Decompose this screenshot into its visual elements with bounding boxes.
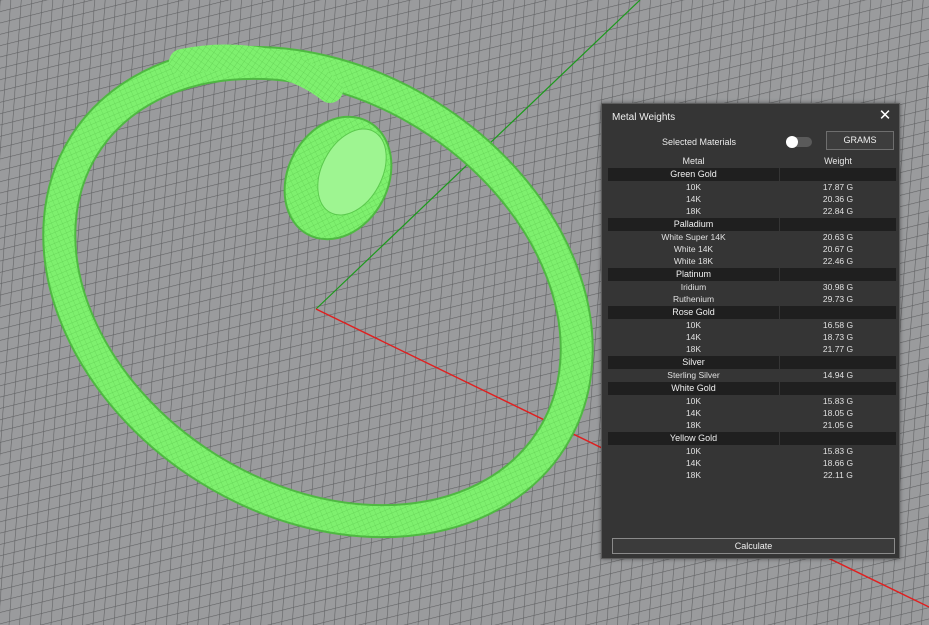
metal-name: 14K — [685, 194, 702, 204]
table-row: 18K 22.84 G — [608, 205, 896, 217]
metal-name: Sterling Silver — [667, 370, 720, 380]
group-name: Platinum — [608, 268, 779, 281]
column-header-weight: Weight — [824, 156, 852, 166]
metal-weight: 29.73 G — [822, 294, 854, 304]
metal-weight: 21.77 G — [822, 344, 854, 354]
group-name: Green Gold — [608, 168, 779, 181]
group-weight-cell — [780, 306, 896, 319]
selected-materials-label: Selected Materials — [662, 137, 737, 147]
group-name: Silver — [608, 356, 779, 369]
group-weight-cell — [780, 382, 896, 395]
group-weight-cell — [780, 218, 896, 231]
calculate-button[interactable]: Calculate — [612, 538, 895, 554]
metal-weight: 17.87 G — [822, 182, 854, 192]
unit-grams-button[interactable]: GRAMS — [826, 131, 894, 150]
table-row: White 14K 20.67 G — [608, 243, 896, 255]
metal-weight: 21.05 G — [822, 420, 854, 430]
table-row: 14K 18.66 G — [608, 457, 896, 469]
metal-name: 18K — [685, 420, 702, 430]
metal-name: 14K — [685, 332, 702, 342]
group-name: Rose Gold — [608, 306, 779, 319]
metal-weight: 20.67 G — [822, 244, 854, 254]
metal-name: 14K — [685, 458, 702, 468]
metal-weight: 15.83 G — [822, 396, 854, 406]
metal-weight: 15.83 G — [822, 446, 854, 456]
table-row: 14K 18.05 G — [608, 407, 896, 419]
group-weight-cell — [780, 356, 896, 369]
table-row: 14K 18.73 G — [608, 331, 896, 343]
metal-weights-panel: Metal Weights ✕ Selected Materials GRAMS… — [601, 103, 900, 559]
metal-weight: 18.05 G — [822, 408, 854, 418]
table-row: 10K 15.83 G — [608, 445, 896, 457]
group-weight-cell — [780, 432, 896, 445]
metal-name: 10K — [685, 320, 702, 330]
metal-name: White Super 14K — [661, 232, 726, 242]
table-row: Sterling Silver 14.94 G — [608, 369, 896, 381]
table-row: 10K 15.83 G — [608, 395, 896, 407]
metal-weight: 22.46 G — [822, 256, 854, 266]
metal-weight: 18.66 G — [822, 458, 854, 468]
metal-name: Ruthenium — [672, 294, 715, 304]
panel-title: Metal Weights — [612, 112, 676, 123]
table-row: Ruthenium 29.73 G — [608, 293, 896, 305]
group-row: Palladium — [608, 218, 896, 231]
metal-weight: 22.84 G — [822, 206, 854, 216]
metal-name: White 14K — [673, 244, 714, 254]
group-row: Rose Gold — [608, 306, 896, 319]
metal-name: 18K — [685, 344, 702, 354]
table-row: 14K 20.36 G — [608, 193, 896, 205]
group-row: Platinum — [608, 268, 896, 281]
group-weight-cell — [780, 268, 896, 281]
group-name: Palladium — [608, 218, 779, 231]
table-row: 18K 21.77 G — [608, 343, 896, 355]
column-header-metal: Metal — [682, 156, 705, 166]
table-row: 10K 17.87 G — [608, 181, 896, 193]
group-row: Green Gold — [608, 168, 896, 181]
group-name: White Gold — [608, 382, 779, 395]
metal-weight: 22.11 G — [823, 470, 853, 480]
metal-name: Iridium — [680, 282, 707, 292]
close-icon[interactable]: ✕ — [877, 108, 893, 124]
group-row: Silver — [608, 356, 896, 369]
metal-name: 18K — [685, 206, 702, 216]
metal-name: 18K — [685, 470, 702, 480]
metal-weight: 16.58 G — [822, 320, 854, 330]
table-row: Iridium 30.98 G — [608, 281, 896, 293]
metal-weight: 20.36 G — [822, 194, 854, 204]
table-row: 18K 21.05 G — [608, 419, 896, 431]
metal-weights-table: Green Gold 10K 17.87 G 14K 20.36 G 18K 22.84 G… — [608, 167, 896, 481]
metal-weight: 18.73 G — [822, 332, 854, 342]
toggle-knob — [786, 136, 798, 148]
metal-weight: 30.98 G — [822, 282, 854, 292]
table-row: White Super 14K 20.63 G — [608, 231, 896, 243]
metal-name: 10K — [685, 446, 702, 456]
metal-name: White 18K — [673, 256, 714, 266]
group-name: Yellow Gold — [608, 432, 779, 445]
table-row: White 18K 22.46 G — [608, 255, 896, 267]
metal-name: 10K — [685, 396, 702, 406]
metal-name: 10K — [685, 182, 702, 192]
selected-materials-toggle[interactable] — [786, 136, 812, 148]
table-row: 10K 16.58 G — [608, 319, 896, 331]
metal-name: 14K — [685, 408, 702, 418]
group-row: Yellow Gold — [608, 432, 896, 445]
group-row: White Gold — [608, 382, 896, 395]
metal-weight: 20.63 G — [822, 232, 854, 242]
group-weight-cell — [780, 168, 896, 181]
table-row: 18K 22.11 G — [608, 469, 896, 481]
metal-weight: 14.94 G — [822, 370, 854, 380]
